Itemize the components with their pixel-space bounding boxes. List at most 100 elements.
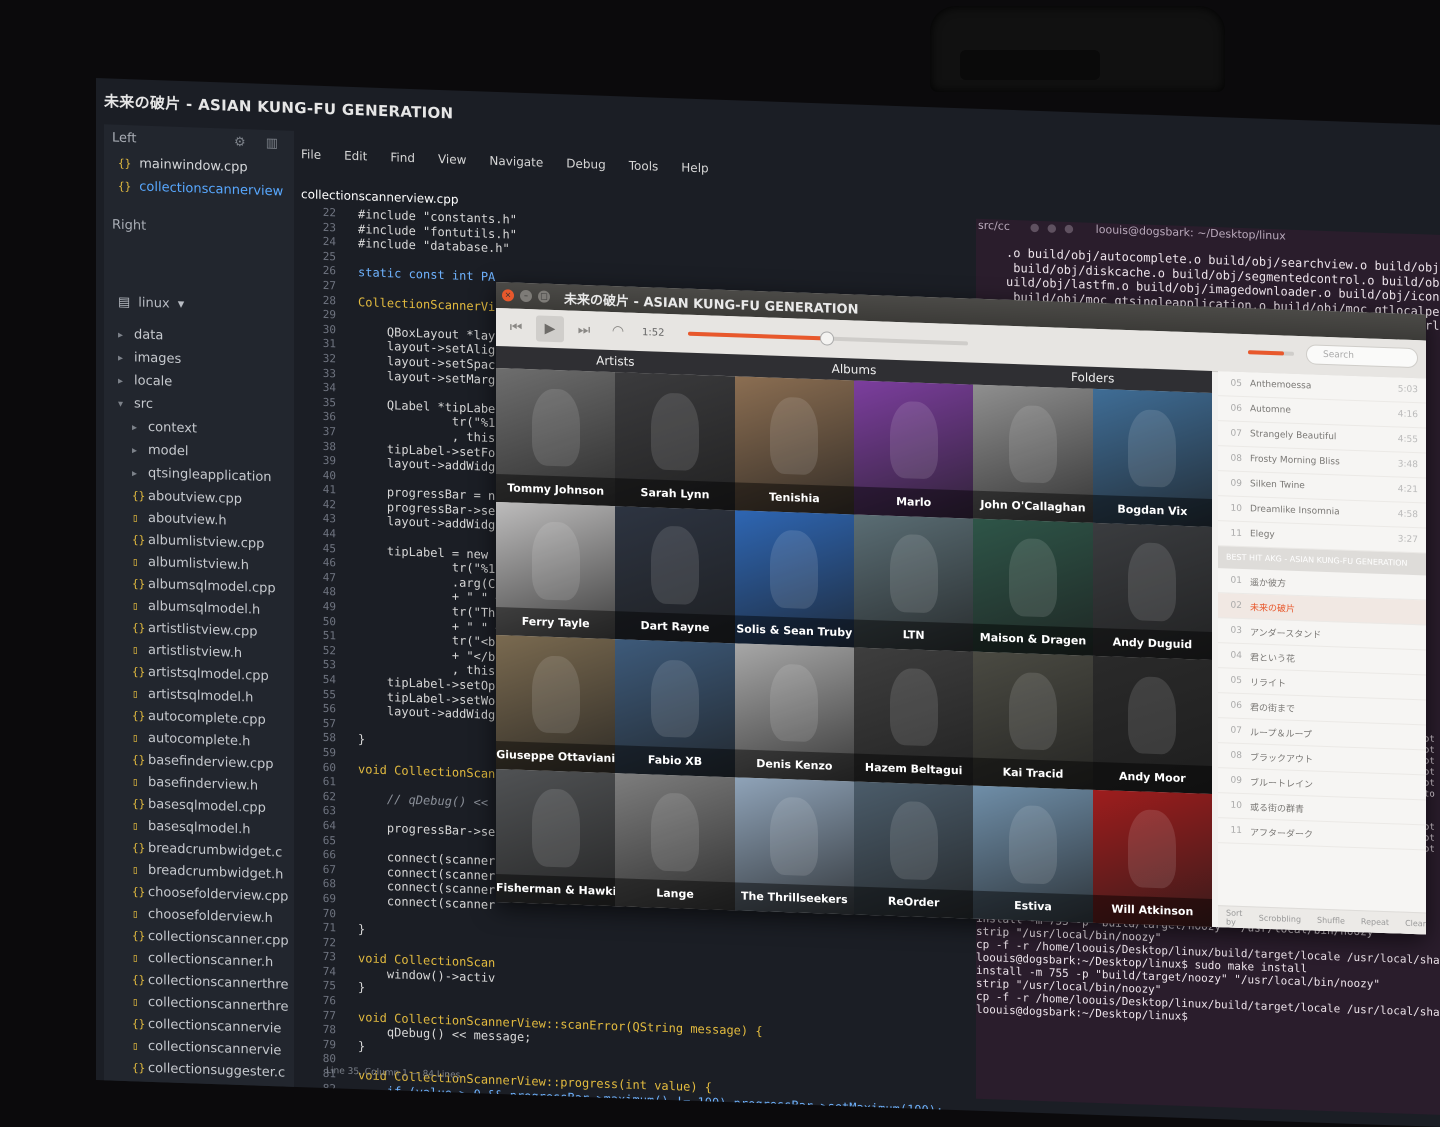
line-number: 27 <box>322 278 336 293</box>
artist-tile[interactable]: Hazem Beltagui <box>854 647 974 786</box>
artist-tile[interactable]: Andy Moor <box>1092 655 1212 794</box>
track-number: 06 <box>1230 700 1242 712</box>
artist-tile[interactable]: Ferry Tayle <box>496 501 616 640</box>
line-number: 28 <box>322 293 336 307</box>
cpp-file-icon: {} <box>118 179 132 194</box>
track-title: Dreamlike Insomnia <box>1250 504 1340 518</box>
window-controls-icon[interactable]: ● ● ● <box>1030 221 1076 245</box>
artist-photo <box>770 396 819 476</box>
line-number-gutter: 22 23 24 25 26 27 28 29 30 31 32 33 34 35 36 37 38 39 40 41… <box>296 205 336 1126</box>
line-number: 61 <box>322 775 336 789</box>
seek-handle[interactable] <box>819 331 834 346</box>
cpp-file-icon: {} <box>132 533 146 547</box>
line-number: 22 <box>322 205 336 220</box>
artist-tile[interactable]: Andy Duguid <box>1092 522 1212 660</box>
music-player-window: × – □ 未来の破片 - ASIAN KUNG-FU GENERATION ⏮… <box>496 281 1426 935</box>
tree-item-label: choosefolderview.cpp <box>148 884 289 905</box>
artist-tile[interactable]: Fisherman & Hawkins <box>496 768 616 907</box>
menu-edit[interactable]: Edit <box>344 149 367 164</box>
elapsed-time: 1:52 <box>642 326 665 339</box>
folder-icon: ▤ <box>118 294 131 311</box>
minimize-icon[interactable]: – <box>520 289 532 303</box>
track-number: 03 <box>1230 625 1242 637</box>
menu-help[interactable]: Help <box>681 160 708 175</box>
artist-tile[interactable]: LTN <box>854 513 974 652</box>
playlist-footer-repeat[interactable]: Repeat <box>1361 917 1389 927</box>
cpp-file-icon: {} <box>132 885 146 899</box>
play-icon[interactable]: ▶ <box>536 315 564 343</box>
line-number: 84 <box>322 1110 336 1125</box>
artist-tile[interactable]: Fabio XB <box>615 639 735 777</box>
track-duration <box>1384 836 1426 837</box>
header-file-icon: ▯ <box>132 511 139 525</box>
artist-tile[interactable]: Tenishia <box>734 376 854 514</box>
artist-tile[interactable]: Maison & Dragen <box>973 518 1093 656</box>
track-number: 09 <box>1230 775 1242 787</box>
line-number: 37 <box>322 424 336 439</box>
playlist-footer-sort-by[interactable]: Sort by <box>1226 908 1243 927</box>
line-number: 71 <box>322 921 336 935</box>
line-number: 47 <box>322 570 336 585</box>
menu-debug[interactable]: Debug <box>566 156 605 171</box>
volume-slider[interactable] <box>1248 350 1294 356</box>
artist-tile[interactable]: Sarah Lynn <box>615 372 735 510</box>
playlist-tracks-previous-album: 05 Anthemoessa 5:03 06 Automne 4:16 07 Strangel… <box>1218 371 1426 554</box>
artist-tile[interactable]: The Thrillseekers <box>734 776 854 915</box>
line-number: 59 <box>322 745 336 760</box>
line-number: 39 <box>322 454 336 468</box>
next-icon[interactable]: ⏭ <box>570 317 598 344</box>
menu-view[interactable]: View <box>438 152 466 167</box>
maximize-icon[interactable]: □ <box>538 290 550 303</box>
track-number: 01 <box>1230 575 1242 587</box>
menu-navigate[interactable]: Navigate <box>489 154 543 170</box>
track-title: ループ＆ループ <box>1250 727 1312 740</box>
tree-item-label: breadcrumbwidget.h <box>148 862 284 883</box>
artist-tile[interactable]: Estiva <box>973 785 1093 923</box>
track-title: 未来の破片 <box>1250 602 1296 615</box>
tree-item[interactable]: {} constants.cpp <box>104 1100 294 1127</box>
artist-tile[interactable]: ReOrder <box>854 780 974 919</box>
artist-tile[interactable]: Bogdan Vix <box>1092 388 1212 527</box>
artist-tile[interactable]: Will Atkinson <box>1092 789 1212 927</box>
menu-find[interactable]: Find <box>390 150 415 165</box>
artist-tile[interactable]: John O'Callaghan <box>973 384 1093 523</box>
artist-tile[interactable]: Solis & Sean Truby <box>734 509 854 648</box>
artist-tile[interactable]: Tommy Johnson <box>496 367 616 506</box>
menu-tools[interactable]: Tools <box>629 159 659 174</box>
artist-tile[interactable]: Dart Rayne <box>615 505 735 644</box>
tab-collectionscannerview[interactable]: collectionscannerview.cpp <box>301 187 458 206</box>
artist-photo <box>651 792 699 872</box>
search-input[interactable]: Search <box>1306 344 1418 369</box>
line-number: 42 <box>322 497 336 512</box>
tree-item-label: basefinderview.h <box>148 774 259 794</box>
track-number: 11 <box>1230 825 1242 837</box>
previous-icon[interactable]: ⏮ <box>502 314 530 341</box>
sidebar-toggle-icon[interactable]: ⚙ ▥ <box>234 135 286 152</box>
menu-file[interactable]: File <box>301 147 321 162</box>
artist-tile[interactable]: Kai Tracid <box>973 651 1093 790</box>
headphones-icon[interactable]: ◠ <box>604 318 632 345</box>
playlist-footer-clear[interactable]: Clear <box>1405 919 1426 929</box>
seek-slider[interactable] <box>688 331 969 346</box>
artist-name: Fisherman & Hawkins <box>496 873 616 907</box>
artist-photo <box>531 788 580 868</box>
terminal-tab[interactable]: src/cc <box>978 219 1010 242</box>
playlist-footer-scrobbling[interactable]: Scrobbling <box>1259 914 1301 924</box>
artist-name: Sarah Lynn <box>615 477 735 510</box>
artist-name: Marlo <box>854 485 974 519</box>
playlist-footer-shuffle[interactable]: Shuffle <box>1317 916 1345 926</box>
artist-tile[interactable]: Marlo <box>854 380 974 519</box>
line-number: 64 <box>322 818 336 833</box>
track-title: Automne <box>1250 404 1291 416</box>
artist-photo <box>531 521 580 601</box>
artist-photo <box>651 392 699 472</box>
chevron-down-icon: ▾ <box>177 296 185 313</box>
header-file-icon: ▯ <box>132 819 139 833</box>
artist-tile[interactable]: Denis Kenzo <box>734 643 854 781</box>
artist-tile[interactable]: Giuseppe Ottaviani <box>496 634 616 773</box>
artist-tile[interactable]: Lange <box>615 772 735 911</box>
artist-photo <box>1009 805 1057 885</box>
close-icon[interactable]: × <box>502 289 514 302</box>
track-duration <box>1384 661 1426 662</box>
tree-item-label: collectionscannerthre <box>148 972 289 993</box>
